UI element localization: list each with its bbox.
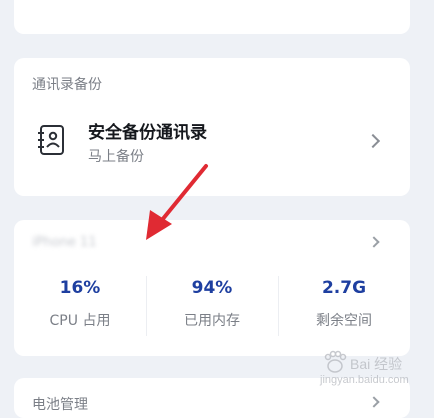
contacts-backup-subtitle: 马上备份 — [88, 149, 144, 165]
top-card-partial — [14, 0, 410, 34]
device-name[interactable]: iPhone 11 — [32, 235, 97, 250]
stat-label: CPU 占用 — [49, 313, 111, 329]
stat-value: 16% — [59, 278, 101, 298]
paw-logo-icon — [324, 350, 347, 373]
battery-section-title: 电池管理 — [32, 397, 88, 413]
contacts-book-icon — [38, 125, 64, 155]
watermark-main: Bai 经验 — [350, 356, 403, 372]
contacts-section-title: 通讯录备份 — [32, 77, 102, 93]
contacts-backup-title: 安全备份通讯录 — [88, 123, 207, 143]
stat-value: 2.7G — [321, 278, 367, 298]
stat-label: 剩余空间 — [316, 313, 372, 329]
stat-value: 94% — [191, 278, 233, 298]
baidu-jingyan-watermark: Bai 经验 jingyan.baidu.com — [320, 348, 430, 394]
watermark-sub: jingyan.baidu.com — [320, 374, 409, 386]
stat-cpu-usage: 16% CPU 占用 — [14, 278, 146, 330]
chevron-right-icon[interactable] — [368, 236, 380, 248]
chevron-right-icon — [368, 396, 380, 408]
chevron-right-icon — [365, 133, 381, 149]
device-stats-card: iPhone 11 16% CPU 占用 94% 已用内存 2.7G 剩余空间 — [14, 220, 410, 356]
stat-memory-used: 94% 已用内存 — [146, 278, 278, 330]
stat-label: 已用内存 — [184, 313, 240, 329]
stat-free-space: 2.7G 剩余空间 — [278, 278, 410, 330]
contacts-backup-card: 通讯录备份 安全备份通讯录 马上备份 — [14, 58, 410, 196]
